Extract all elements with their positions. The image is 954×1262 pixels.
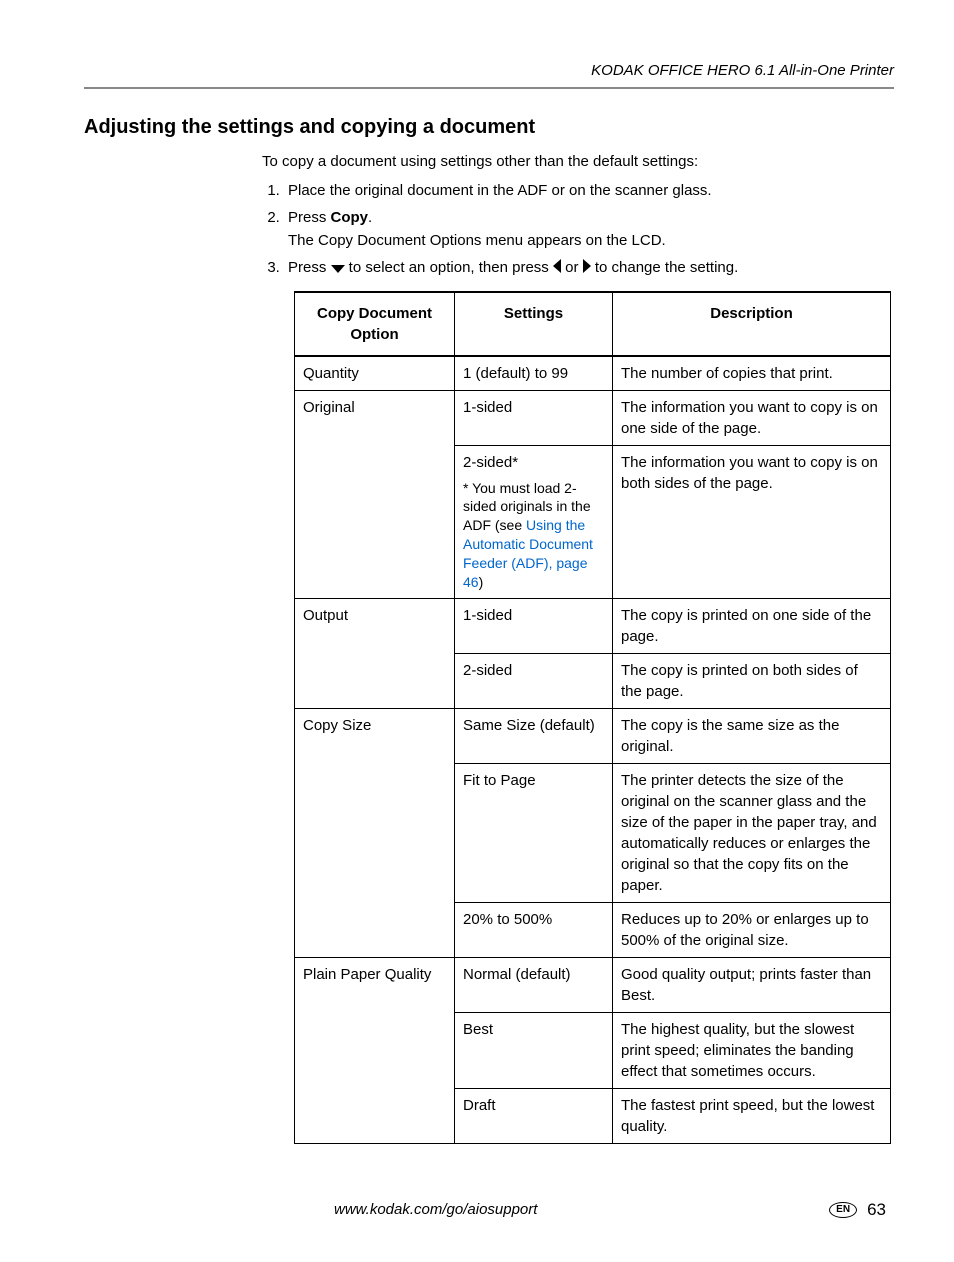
- cell-option: Copy Size: [295, 708, 455, 957]
- table-row: Plain Paper Quality Normal (default) Goo…: [295, 957, 891, 1012]
- step-3-d: to change the setting.: [595, 259, 738, 276]
- step-2-pre: Press: [288, 209, 331, 226]
- footer-right: EN 63: [829, 1198, 886, 1222]
- right-arrow-icon: [583, 258, 591, 279]
- left-arrow-icon: [553, 258, 561, 279]
- cell-setting: 1 (default) to 99: [455, 356, 613, 391]
- language-badge: EN: [829, 1202, 857, 1218]
- cell-setting: 20% to 500%: [455, 902, 613, 957]
- step-1: Place the original document in the ADF o…: [284, 180, 894, 201]
- step-3-a: Press: [288, 259, 331, 276]
- cell-description: The information you want to copy is on o…: [613, 390, 891, 445]
- page-footer: www.kodak.com/go/aiosupport EN 63: [84, 1198, 894, 1222]
- cell-setting: Best: [455, 1012, 613, 1088]
- cell-option: Plain Paper Quality: [295, 957, 455, 1143]
- step-3: Press to select an option, then press or…: [284, 257, 894, 279]
- step-2-sub: The Copy Document Options menu appears o…: [288, 230, 894, 251]
- cell-setting: Draft: [455, 1088, 613, 1143]
- header-option: Copy Document Option: [295, 292, 455, 356]
- cell-setting: 2-sided* * You must load 2-sided origina…: [455, 445, 613, 598]
- header-description: Description: [613, 292, 891, 356]
- setting-value: 2-sided*: [463, 452, 604, 473]
- section-heading: Adjusting the settings and copying a doc…: [84, 113, 894, 141]
- cell-description: Good quality output; prints faster than …: [613, 957, 891, 1012]
- cell-description: The highest quality, but the slowest pri…: [613, 1012, 891, 1088]
- cell-setting: 2-sided: [455, 653, 613, 708]
- cell-description: The information you want to copy is on b…: [613, 445, 891, 598]
- table-row: Quantity 1 (default) to 99 The number of…: [295, 356, 891, 391]
- cell-description: The copy is the same size as the origina…: [613, 708, 891, 763]
- setting-note: * You must load 2-sided originals in the…: [463, 479, 604, 592]
- cell-setting: Same Size (default): [455, 708, 613, 763]
- footer-url: www.kodak.com/go/aiosupport: [334, 1199, 537, 1220]
- step-2-post: .: [368, 209, 372, 226]
- cell-setting: Fit to Page: [455, 763, 613, 902]
- steps-list: Place the original document in the ADF o…: [262, 180, 894, 279]
- cell-description: The printer detects the size of the orig…: [613, 763, 891, 902]
- step-3-c: or: [561, 259, 583, 276]
- cell-description: The copy is printed on both sides of the…: [613, 653, 891, 708]
- options-table: Copy Document Option Settings Descriptio…: [294, 291, 891, 1144]
- page-header: KODAK OFFICE HERO 6.1 All-in-One Printer: [84, 60, 894, 89]
- table-row: Original 1-sided The information you wan…: [295, 390, 891, 445]
- header-settings: Settings: [455, 292, 613, 356]
- cell-option: Output: [295, 598, 455, 708]
- cell-setting: 1-sided: [455, 598, 613, 653]
- cell-setting: 1-sided: [455, 390, 613, 445]
- cell-description: The copy is printed on one side of the p…: [613, 598, 891, 653]
- cell-setting: Normal (default): [455, 957, 613, 1012]
- intro-text: To copy a document using settings other …: [262, 151, 894, 172]
- cell-description: The fastest print speed, but the lowest …: [613, 1088, 891, 1143]
- table-row: Copy Size Same Size (default) The copy i…: [295, 708, 891, 763]
- table-header-row: Copy Document Option Settings Descriptio…: [295, 292, 891, 356]
- page-number: 63: [867, 1198, 886, 1222]
- cell-option: Original: [295, 390, 455, 598]
- step-2: Press Copy. The Copy Document Options me…: [284, 207, 894, 251]
- step-2-bold: Copy: [331, 209, 369, 226]
- cell-description: Reduces up to 20% or enlarges up to 500%…: [613, 902, 891, 957]
- table-row: Output 1-sided The copy is printed on on…: [295, 598, 891, 653]
- down-arrow-icon: [331, 258, 345, 279]
- note-post: ): [479, 574, 484, 590]
- step-3-b: to select an option, then press: [345, 259, 553, 276]
- cell-description: The number of copies that print.: [613, 356, 891, 391]
- cell-option: Quantity: [295, 356, 455, 391]
